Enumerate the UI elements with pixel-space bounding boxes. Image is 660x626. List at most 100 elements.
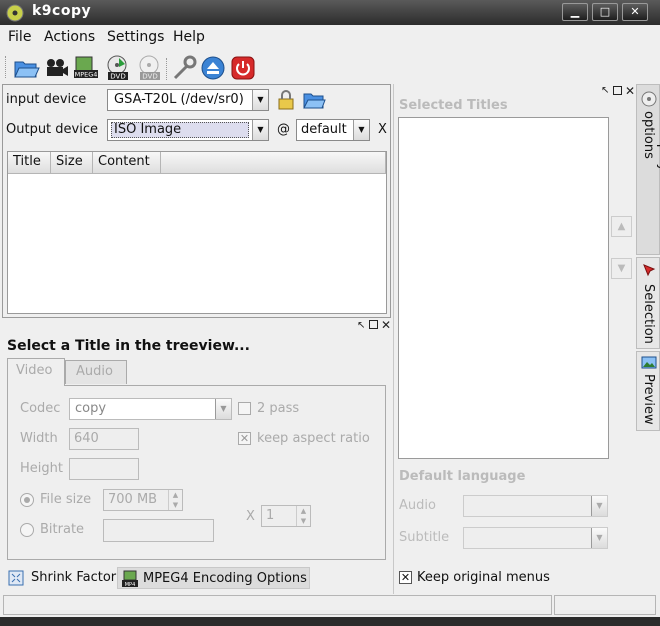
minimize-button[interactable]: ▁ — [562, 3, 588, 21]
passes-x-label: X — [246, 509, 255, 524]
target-value: default — [301, 122, 347, 137]
codec-combo[interactable]: copy ▼ — [69, 398, 232, 420]
tab-video-label: Video — [16, 363, 53, 378]
tab-mpeg4-options[interactable]: MP4 MPEG4 Encoding Options — [117, 567, 310, 589]
arrow-down-icon: ▼ — [617, 263, 626, 274]
status-bar-secondary — [554, 595, 656, 615]
open-button[interactable] — [12, 54, 40, 82]
bitrate-radio[interactable] — [20, 523, 34, 537]
mpeg4-button[interactable]: MPEG4 — [72, 54, 100, 82]
target-combo[interactable]: default ▼ — [296, 119, 370, 141]
toolbar-handle[interactable] — [5, 56, 8, 78]
mpeg4-tab-icon-text: MP4 — [125, 582, 136, 588]
settings-button[interactable] — [170, 54, 198, 82]
shrink-icon — [8, 570, 24, 586]
close-icon[interactable]: ✕ — [625, 84, 635, 98]
file-size-value: 700 MB — [108, 492, 158, 507]
arrow-up-icon: ▲ — [617, 221, 626, 232]
output-device-label: Output device — [6, 122, 98, 137]
subtitle-language-combo[interactable]: ▼ — [463, 527, 608, 549]
open-iso-button[interactable] — [302, 88, 326, 112]
eject-button[interactable] — [200, 54, 228, 82]
eject-icon — [201, 56, 225, 80]
file-size-radio[interactable] — [20, 493, 34, 507]
column-header-size[interactable]: Size — [51, 152, 93, 174]
spin-arrows-icon[interactable]: ▲ ▼ — [296, 506, 310, 526]
power-icon — [231, 56, 255, 80]
width-input[interactable]: 640 — [69, 428, 139, 450]
dvd-disabled-button[interactable]: DVD — [136, 54, 164, 82]
selected-titles-label: Selected Titles — [399, 98, 508, 113]
selection-label: Selection — [641, 284, 656, 344]
tab-audio[interactable]: Audio — [65, 360, 127, 384]
clear-target-button[interactable]: X — [378, 122, 387, 137]
dvd-playback-label: DVD playback options — [641, 111, 660, 203]
encoding-heading: Select a Title in the treeview... — [7, 338, 250, 354]
quit-button[interactable] — [230, 54, 258, 82]
audio-label: Audio — [399, 498, 436, 513]
mpeg4-options-label: MPEG4 Encoding Options — [143, 571, 307, 586]
menu-help[interactable]: Help — [173, 29, 205, 45]
mpeg4-icon: MPEG4 — [74, 56, 98, 79]
passes-value: 1 — [266, 508, 275, 523]
move-up-button[interactable]: ▲ — [611, 216, 632, 237]
titles-tree[interactable] — [7, 151, 387, 314]
file-size-spinbox[interactable]: 700 MB ▲ ▼ — [103, 489, 183, 511]
chevron-down-icon[interactable]: ▼ — [591, 528, 607, 548]
menu-settings[interactable]: Settings — [107, 29, 164, 45]
chevron-down-icon[interactable]: ▼ — [215, 399, 231, 419]
column-header-content[interactable]: Content — [93, 152, 161, 174]
column-header-filler — [161, 152, 386, 174]
bitrate-label: Bitrate — [40, 522, 85, 537]
passes-spinbox[interactable]: 1 ▲ ▼ — [261, 505, 311, 527]
mpeg4-icon-text: MPEG4 — [75, 71, 98, 79]
bitrate-input[interactable] — [103, 519, 214, 542]
default-language-label: Default language — [399, 469, 526, 484]
toolbar: MPEG4 DVD DVD — [0, 50, 660, 84]
tab-video[interactable]: Video — [7, 358, 65, 386]
pane-splitter[interactable] — [393, 84, 396, 594]
copy-dvd-button[interactable]: DVD — [104, 54, 132, 82]
lock-icon — [278, 90, 294, 110]
dvd-disabled-icon: DVD — [139, 55, 160, 81]
menu-actions[interactable]: Actions — [44, 29, 95, 45]
chevron-down-icon[interactable]: ▼ — [353, 120, 369, 140]
file-size-label: File size — [40, 492, 92, 507]
tab-preview[interactable]: Preview — [636, 351, 660, 431]
move-down-button[interactable]: ▼ — [611, 258, 632, 279]
two-pass-checkbox[interactable] — [238, 402, 251, 415]
tab-audio-label: Audio — [76, 364, 113, 379]
tab-selection[interactable]: Selection — [636, 257, 660, 349]
height-input[interactable] — [69, 458, 139, 480]
selected-titles-list[interactable] — [398, 117, 609, 459]
output-device-combo[interactable]: ISO Image ▼ — [107, 119, 269, 141]
menu-file[interactable]: File — [8, 29, 31, 45]
wrench-icon — [173, 55, 197, 80]
lock-button[interactable] — [274, 88, 298, 112]
close-icon: ✕ — [630, 5, 640, 18]
float-icon[interactable] — [613, 86, 622, 95]
input-device-combo[interactable]: GSA-T20L (/dev/sr0) ▼ — [107, 89, 269, 111]
dvd-playback-icon — [641, 91, 657, 107]
chevron-down-icon[interactable]: ▼ — [252, 120, 268, 140]
chevron-down-icon[interactable]: ▼ — [252, 90, 268, 110]
minimize-icon: ▁ — [570, 5, 580, 18]
column-header-title[interactable]: Title — [8, 152, 51, 174]
undock-icon[interactable]: ↖ — [357, 320, 365, 331]
maximize-icon: □ — [599, 5, 611, 18]
close-button[interactable]: ✕ — [622, 3, 648, 21]
float-icon[interactable] — [369, 320, 378, 329]
close-icon[interactable]: ✕ — [381, 318, 391, 332]
undock-icon[interactable]: ↖ — [601, 85, 609, 96]
at-label: @ — [277, 122, 290, 137]
keep-aspect-checkbox[interactable]: ✕ — [238, 432, 251, 445]
audio-language-combo[interactable]: ▼ — [463, 495, 608, 517]
tab-dvd-playback[interactable]: DVD playback options — [636, 84, 660, 255]
tab-shrink-factor[interactable]: Shrink Factor — [4, 567, 117, 589]
chevron-down-icon[interactable]: ▼ — [591, 496, 607, 516]
mpeg4-icon: MP4 — [122, 570, 138, 588]
maximize-button[interactable]: □ — [592, 3, 618, 21]
keep-menus-checkbox[interactable]: ✕ — [399, 571, 412, 584]
play-title-button[interactable] — [42, 54, 70, 82]
spin-arrows-icon[interactable]: ▲ ▼ — [168, 490, 182, 510]
